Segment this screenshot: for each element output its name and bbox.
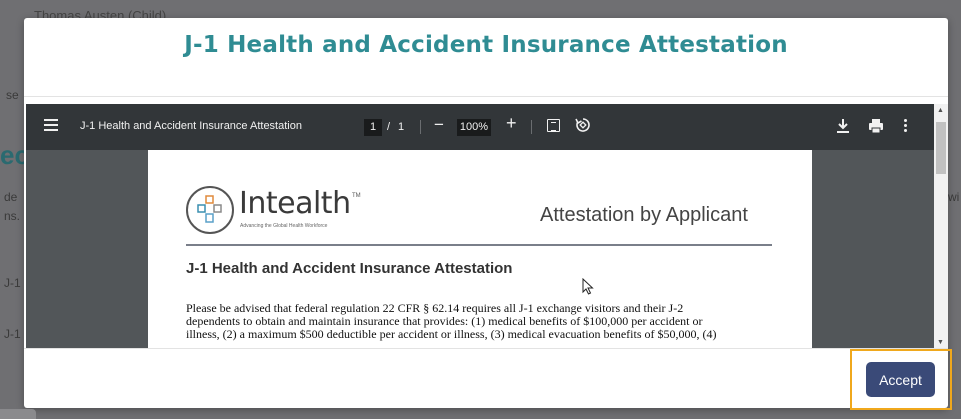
title-divider bbox=[24, 96, 948, 97]
rotate-icon[interactable] bbox=[575, 117, 591, 133]
mouse-cursor-icon bbox=[582, 278, 594, 295]
more-vert-icon[interactable] bbox=[904, 119, 908, 135]
page-number-input[interactable]: 1 bbox=[364, 119, 382, 136]
attestation-modal: J-1 Health and Accident Insurance Attest… bbox=[24, 18, 952, 410]
page-separator: / bbox=[387, 121, 391, 133]
background-text-fragment: de bbox=[4, 190, 18, 204]
zoom-level-input[interactable]: 100% bbox=[457, 119, 491, 136]
toolbar-divider bbox=[531, 120, 532, 134]
pdf-toolbar: J-1 Health and Accident Insurance Attest… bbox=[26, 104, 934, 150]
page-total: 1 bbox=[398, 121, 405, 133]
background-text-fragment: se bbox=[6, 88, 19, 102]
modal-title: J-1 Health and Accident Insurance Attest… bbox=[184, 32, 788, 58]
body-line: illness, (2) a maximum $500 deductible p… bbox=[186, 327, 717, 341]
accept-button[interactable]: Accept bbox=[866, 362, 935, 397]
logo-trademark: TM bbox=[352, 193, 361, 199]
print-icon[interactable] bbox=[868, 118, 884, 134]
pdf-page: Intealth TM Advancing the Global Health … bbox=[148, 150, 812, 348]
pdf-viewer[interactable]: J-1 Health and Accident Insurance Attest… bbox=[26, 104, 948, 348]
menu-icon[interactable] bbox=[44, 119, 58, 133]
pdf-scrollbar[interactable]: ▲ ▼ bbox=[934, 104, 948, 348]
pdf-document-title: J-1 Health and Accident Insurance Attest… bbox=[80, 120, 302, 132]
toolbar-divider bbox=[420, 120, 421, 134]
document-rule bbox=[186, 244, 772, 246]
scroll-down-icon[interactable]: ▼ bbox=[937, 339, 944, 346]
download-icon[interactable] bbox=[836, 118, 850, 134]
logo-tagline: Advancing the Global Health Workforce bbox=[240, 223, 328, 229]
footer-divider bbox=[24, 348, 948, 349]
background-text-fragment: J-1 bbox=[4, 276, 21, 290]
logo-wordmark: Intealth bbox=[239, 186, 351, 221]
document-heading: Attestation by Applicant bbox=[540, 204, 748, 226]
scroll-up-icon[interactable]: ▲ bbox=[937, 107, 944, 114]
intealth-logo-icon bbox=[186, 186, 234, 234]
background-tab-fragment bbox=[0, 409, 36, 419]
background-text-fragment: J-1 bbox=[4, 327, 21, 341]
zoom-in-button[interactable]: + bbox=[506, 113, 517, 134]
document-subtitle: J-1 Health and Accident Insurance Attest… bbox=[186, 260, 513, 277]
pdf-scrollbar-thumb[interactable] bbox=[936, 122, 946, 174]
document-body: Please be advised that federal regulatio… bbox=[186, 302, 776, 341]
zoom-out-button[interactable]: − bbox=[434, 115, 444, 135]
background-text-fragment: ns. bbox=[4, 209, 21, 223]
fit-page-icon[interactable] bbox=[547, 119, 560, 132]
background-text-fragment: wi bbox=[948, 190, 960, 204]
